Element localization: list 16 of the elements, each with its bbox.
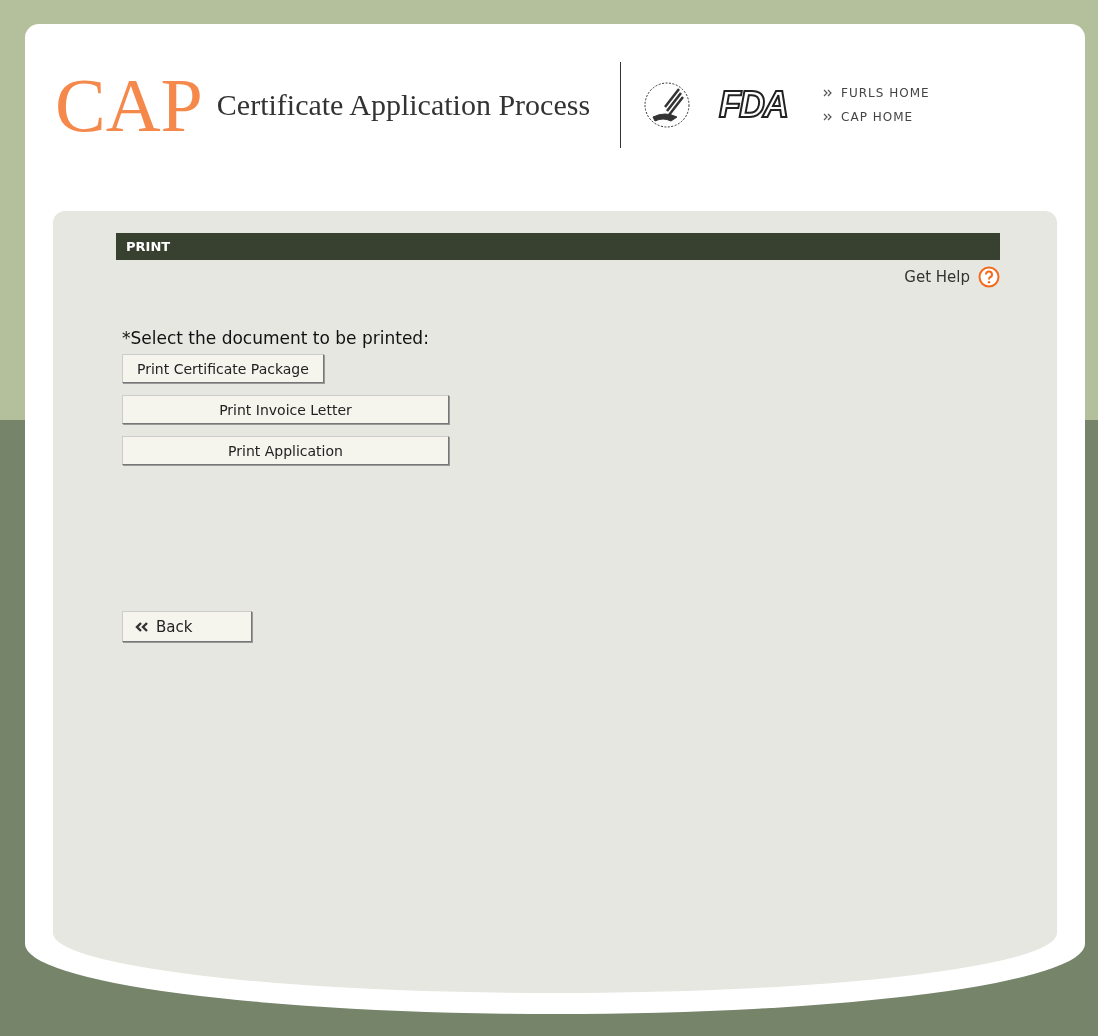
double-chevron-icon [823, 89, 834, 97]
print-button[interactable]: Print Invoice Letter [122, 395, 449, 424]
help-icon[interactable] [978, 266, 1000, 288]
nav-link[interactable]: FURLS HOME [823, 86, 930, 100]
site-title: Certificate Application Process [216, 88, 591, 122]
section-title-bar: PRINT [116, 233, 1000, 260]
double-chevron-left-icon [135, 621, 150, 632]
double-chevron-icon [823, 113, 834, 121]
back-button[interactable]: Back [122, 611, 252, 642]
print-button[interactable]: Print Application [122, 436, 449, 465]
instruction-text: *Select the document to be printed: [122, 328, 430, 348]
cap-logo: CAP [55, 67, 203, 143]
agency-logo: FDA [719, 84, 788, 126]
print-button[interactable]: Print Certificate Package [122, 354, 324, 383]
nav-link[interactable]: CAP HOME [823, 110, 930, 124]
help-link[interactable]: Get Help [904, 268, 970, 286]
